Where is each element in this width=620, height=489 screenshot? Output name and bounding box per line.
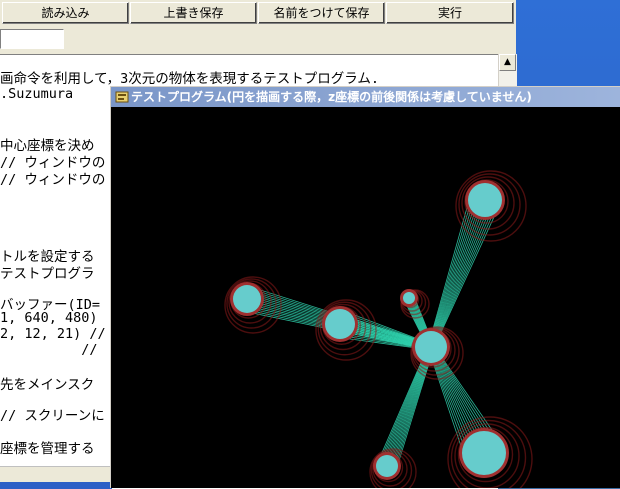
toolbar: 読み込み 上書き保存 名前をつけて保存 実行 — [0, 0, 516, 26]
sphere-small — [403, 292, 415, 304]
input-strip — [0, 26, 516, 54]
load-button[interactable]: 読み込み — [2, 2, 129, 24]
code-line: .Suzumura — [0, 86, 74, 102]
scroll-up-arrow-icon[interactable]: ▲ — [499, 54, 516, 71]
program-title-bar[interactable]: テストプログラム(円を描画する際，z座標の前後関係は考慮していません) — [111, 87, 620, 107]
code-line: 1, 640, 480) — [0, 310, 98, 326]
program-title: テストプログラム(円を描画する際，z座標の前後関係は考慮していません) — [131, 90, 532, 104]
sphere-left — [233, 285, 261, 313]
sphere-center — [415, 331, 447, 363]
code-line: // — [0, 342, 98, 358]
run-button[interactable]: 実行 — [386, 2, 514, 24]
code-line: 座標を管理する — [0, 441, 95, 457]
sphere-bottom — [376, 455, 398, 477]
render-canvas — [111, 107, 620, 488]
save-as-button[interactable]: 名前をつけて保存 — [258, 2, 385, 24]
program-icon — [115, 91, 129, 103]
code-line: 先をメインスク — [0, 377, 95, 393]
sphere-mid-left — [325, 309, 355, 339]
sphere-top-right — [468, 183, 502, 217]
program-window[interactable]: テストプログラム(円を描画する際，z座標の前後関係は考慮していません) — [110, 86, 620, 488]
sphere-bottom-right — [462, 431, 506, 475]
code-line: // スクリーンに — [0, 408, 105, 424]
code-line: 画命令を利用して，3次元の物体を表現するテストプログラム. — [0, 71, 379, 87]
overwrite-save-button[interactable]: 上書き保存 — [130, 2, 257, 24]
code-line: // ウィンドウの — [0, 172, 106, 188]
status-strip — [0, 466, 112, 489]
code-line: テストプログラ — [0, 266, 95, 282]
filename-input[interactable] — [0, 29, 64, 49]
code-line: 2, 12, 21) // — [0, 326, 106, 342]
